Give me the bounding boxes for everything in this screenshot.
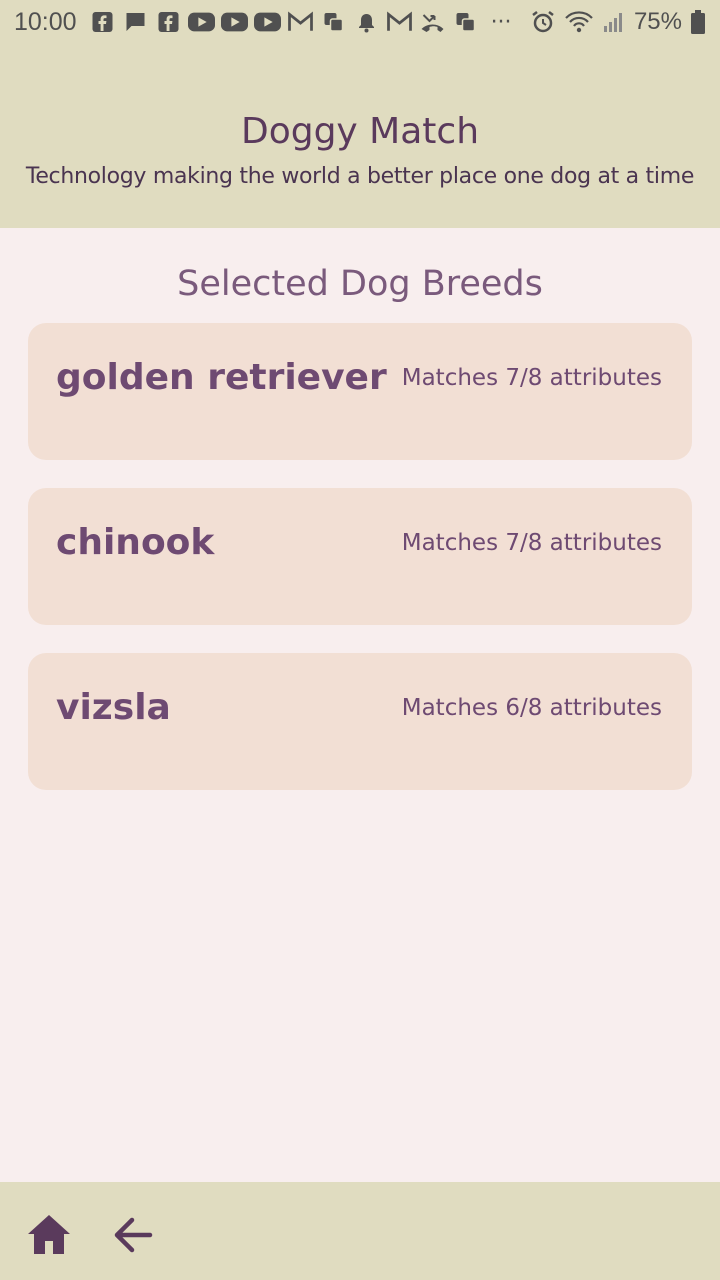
app-header: Doggy Match Technology making the world … <box>0 44 720 228</box>
breed-name: golden retriever <box>56 357 387 398</box>
breed-name: chinook <box>56 522 215 563</box>
breed-match: Matches 6/8 attributes <box>401 695 662 721</box>
youtube-icon <box>253 12 281 32</box>
app-title: Doggy Match <box>240 111 480 152</box>
breed-match: Matches 7/8 attributes <box>401 365 662 391</box>
home-icon[interactable] <box>26 1212 72 1258</box>
breed-card[interactable]: golden retriever Matches 7/8 attributes <box>28 323 692 460</box>
missed-call-icon <box>421 14 444 32</box>
wifi-icon <box>565 11 593 33</box>
system-status: 75% <box>530 8 706 36</box>
app-subtitle: Technology making the world a better pla… <box>25 164 695 189</box>
alarm-icon <box>532 11 554 33</box>
bell-icon <box>358 14 374 33</box>
bottom-nav-bar <box>0 1182 720 1280</box>
more-icon: ··· <box>490 9 512 35</box>
copy-icon <box>456 13 475 32</box>
facebook-icon <box>92 12 113 32</box>
gmail-icon <box>386 11 412 31</box>
status-time: 10:00 <box>14 7 77 36</box>
breed-name: vizsla <box>56 687 171 728</box>
message-icon <box>126 13 145 31</box>
section-title: Selected Dog Breeds <box>177 264 543 304</box>
copy-icon <box>324 13 343 32</box>
facebook-icon <box>158 12 179 32</box>
breed-card[interactable]: chinook Matches 7/8 attributes <box>28 488 692 625</box>
battery-icon <box>691 10 705 34</box>
status-bar: 10:00 ··· 75% <box>0 0 720 44</box>
signal-icon <box>603 13 622 32</box>
youtube-icon <box>187 12 215 32</box>
breed-card[interactable]: vizsla Matches 6/8 attributes <box>28 653 692 790</box>
breed-match: Matches 7/8 attributes <box>401 530 662 556</box>
battery-percent: 75% <box>633 8 682 35</box>
youtube-icon <box>220 12 248 32</box>
arrow-back-icon[interactable] <box>110 1212 156 1258</box>
gmail-icon <box>287 11 313 31</box>
notification-icons: ··· <box>89 10 512 35</box>
